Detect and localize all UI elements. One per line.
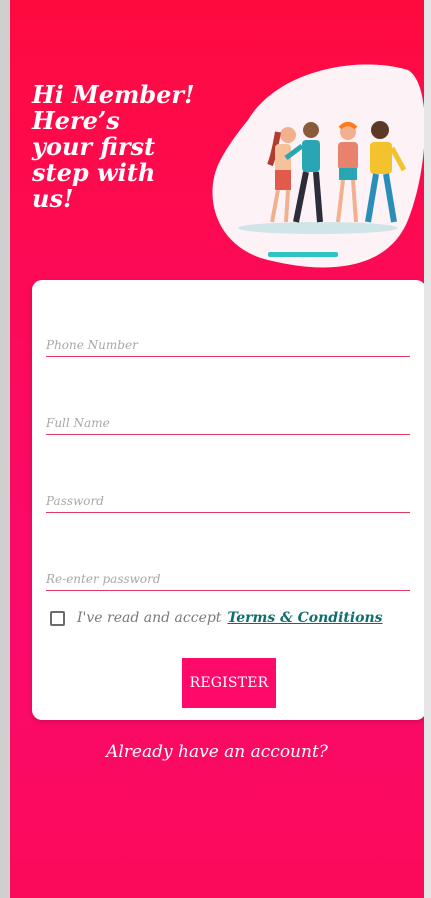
re-enter-password-field[interactable] [46,568,410,591]
register-screen: Hi Member! Here’s your first step with u… [10,0,424,898]
greeting-title: Hi Member! Here’s your first step with u… [32,80,195,213]
terms-row: I've read and accept Terms & Conditions [50,610,383,626]
registration-card: I've read and accept Terms & Conditions … [32,280,424,720]
terms-checkbox[interactable] [50,610,65,626]
terms-conditions-link[interactable]: Terms & Conditions [227,610,382,626]
full-name-input[interactable] [46,412,410,434]
password-field[interactable] [46,490,410,513]
password-input[interactable] [46,490,410,512]
re-enter-password-input[interactable] [46,568,410,590]
frame-edge [424,0,431,898]
already-have-account-link[interactable]: Already have an account? [10,742,424,762]
phone-number-input[interactable] [46,334,410,356]
people-group-illustration-icon [212,64,424,268]
phone-number-field[interactable] [46,334,410,357]
full-name-field[interactable] [46,412,410,435]
register-button[interactable]: REGISTER [182,658,276,708]
device-frame: Hi Member! Here’s your first step with u… [0,0,431,898]
terms-label: I've read and accept [77,610,222,626]
